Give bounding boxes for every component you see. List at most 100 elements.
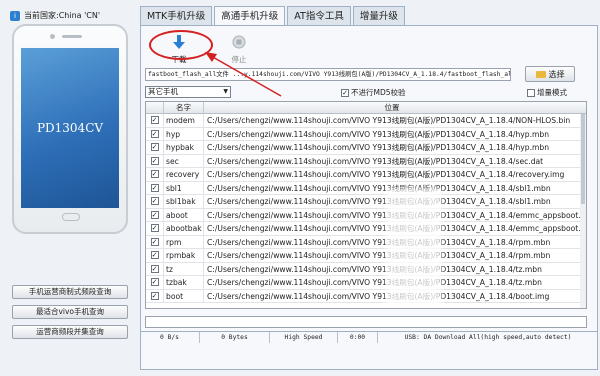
select-label: 选择 [548, 69, 565, 79]
table-header: 名字 位置 [146, 102, 586, 114]
country-indicator: i 当前国家:China 'CN' [10, 10, 100, 21]
row-checkbox[interactable]: ✓ [150, 143, 159, 152]
row-checkbox[interactable]: ✓ [150, 129, 159, 138]
row-checkbox-cell: ✓ [146, 222, 164, 235]
row-name: recovery [164, 168, 204, 181]
row-checkbox[interactable]: ✓ [150, 197, 159, 206]
row-name: hypbak [164, 141, 204, 154]
table-row[interactable]: ✓ sbl1bak C:/Users/chengzi/www.114shouji.c… [146, 195, 586, 209]
phone-image: PD1304CV [12, 24, 128, 234]
table-row[interactable]: ✓ recovery C:/Users/chengzi/www.114shouji.… [146, 168, 586, 182]
row-path: C:/Users/chengzi/www.114shouji.com/VIVO … [207, 251, 551, 260]
tab-qualcomm-upgrade[interactable]: 高通手机升级 [214, 6, 286, 26]
flash-file-path-field[interactable]: fastboot_flash_all文件 ...y.114shouji.com/… [145, 68, 511, 81]
table-row[interactable]: ✓ tzbak C:/Users/chengzi/www.114shouji.com… [146, 276, 586, 290]
status-time: 0:00 [338, 332, 378, 343]
phone-home-button [62, 213, 80, 221]
table-row[interactable]: ✓ hypbak C:/Users/chengzi/www.114shouji.co… [146, 141, 586, 155]
status-bytes: 0 Bytes [200, 332, 270, 343]
table-scrollbar[interactable] [580, 114, 586, 308]
table-row[interactable]: ✓ abootbak C:/Users/chengzi/www.114shouji.… [146, 222, 586, 236]
country-label: 当前国家:China 'CN' [24, 11, 101, 20]
best-vivo-phone-query-button[interactable]: 最适合vivo手机查询 [12, 305, 128, 319]
increment-mode-checkbox[interactable] [527, 88, 535, 97]
row-path: C:/Users/chengzi/www.114shouji.com/VIVO … [207, 237, 551, 247]
status-bar: 0 B/s 0 Bytes High Speed 0:00 USB: DA Do… [140, 331, 598, 343]
row-name: modem [164, 114, 204, 127]
row-checkbox-cell: ✓ [146, 154, 164, 167]
row-path: C:/Users/chengzi/www.114shouji.com/VIVO … [207, 183, 551, 193]
row-path: C:/Users/chengzi/www.114shouji.com/VIVO … [207, 278, 542, 287]
row-checkbox[interactable]: ✓ [150, 237, 159, 246]
status-mode: High Speed [270, 332, 338, 343]
chevron-down-icon: ▼ [223, 88, 228, 95]
row-path: C:/Users/chengzi/www.114shouji.com/VIVO … [207, 170, 565, 179]
no-md5-checkbox[interactable]: ✓ [341, 88, 349, 97]
increment-mode-label: 增量模式 [537, 88, 567, 97]
carrier-band-union-query-button[interactable]: 运营商频段并集查询 [12, 325, 128, 339]
row-path: C:/Users/chengzi/www.114shouji.com/VIVO … [207, 143, 550, 152]
row-checkbox[interactable]: ✓ [150, 264, 159, 273]
download-label: 下载 [171, 55, 187, 64]
row-name: rpmbak [164, 249, 204, 262]
table-row[interactable]: ✓ boot C:/Users/chengzi/www.114shouji.com/… [146, 289, 586, 303]
row-name: tzbak [164, 276, 204, 289]
phone-screen: PD1304CV [21, 48, 119, 208]
header-name[interactable]: 名字 [164, 102, 204, 113]
row-checkbox[interactable]: ✓ [150, 116, 159, 125]
left-panel: i 当前国家:China 'CN' PD1304CV 手机运营商制式频段查询 最… [0, 0, 140, 376]
stop-label: 停止 [231, 55, 247, 64]
carrier-band-query-button[interactable]: 手机运营商制式频段查询 [12, 285, 128, 299]
status-usb: USB: DA Download All(high speed,auto det… [404, 334, 572, 341]
stop-button[interactable]: 停止 [225, 34, 253, 65]
row-checkbox-cell: ✓ [146, 262, 164, 275]
increment-mode-option[interactable]: 增量模式 [527, 87, 567, 98]
status-speed: 0 B/s [140, 332, 200, 343]
progress-bar [145, 316, 587, 328]
table-row[interactable]: ✓ sec C:/Users/chengzi/www.114shouji.com/V… [146, 154, 586, 168]
phone-model-select[interactable]: 其它手机 ▼ [145, 86, 231, 98]
tab-bar: MTK手机升级 高通手机升级 AT指令工具 增量升级 [140, 6, 405, 26]
row-name: sec [164, 154, 204, 167]
phone-speaker [62, 35, 82, 38]
row-checkbox-cell: ✓ [146, 249, 164, 262]
row-checkbox-cell: ✓ [146, 141, 164, 154]
table-row[interactable]: ✓ sbl1 C:/Users/chengzi/www.114shouji.com/… [146, 181, 586, 195]
row-checkbox[interactable]: ✓ [150, 224, 159, 233]
row-name: hyp [164, 127, 204, 140]
table-row[interactable]: ✓ hyp C:/Users/chengzi/www.114shouji.com/V… [146, 127, 586, 141]
download-arrow-icon [173, 35, 185, 49]
row-checkbox[interactable]: ✓ [150, 156, 159, 165]
tab-mtk-upgrade[interactable]: MTK手机升级 [140, 6, 213, 26]
row-checkbox[interactable]: ✓ [150, 251, 159, 260]
row-path: C:/Users/chengzi/www.114shouji.com/VIVO … [207, 291, 550, 301]
select-file-button[interactable]: 选择 [525, 66, 575, 82]
table-row[interactable]: ✓ aboot C:/Users/chengzi/www.114shouji.com… [146, 208, 586, 222]
row-name: sbl1 [164, 181, 204, 194]
download-button[interactable]: 下载 [165, 34, 193, 65]
row-checkbox[interactable]: ✓ [150, 170, 159, 179]
no-md5-check-option[interactable]: ✓ 不进行MD5校验 [341, 87, 406, 98]
row-name: boot [164, 289, 204, 302]
tab-incremental-upgrade[interactable]: 增量升级 [352, 6, 405, 26]
row-path: C:/Users/chengzi/www.114shouji.com/VIVO … [207, 116, 571, 125]
row-checkbox[interactable]: ✓ [150, 183, 159, 192]
tab-at-command-tool[interactable]: AT指令工具 [287, 6, 351, 26]
scrollbar-thumb[interactable] [581, 114, 585, 204]
stop-icon [232, 35, 246, 49]
phone-model-label: PD1304CV [36, 121, 104, 135]
partition-table: 名字 位置 ✓ modem C:/Users/chengzi/www.114shou… [145, 101, 587, 309]
header-location[interactable]: 位置 [204, 102, 580, 113]
row-checkbox-cell: ✓ [146, 276, 164, 289]
table-row[interactable]: ✓ rpm C:/Users/chengzi/www.114shouji.com/V… [146, 235, 586, 249]
main-panel: 下载 停止 fastboot_flash_all文件 ...y.114shouj… [140, 25, 598, 370]
row-checkbox[interactable]: ✓ [150, 278, 159, 287]
row-checkbox-cell: ✓ [146, 114, 164, 127]
row-checkbox[interactable]: ✓ [150, 210, 159, 219]
row-checkbox[interactable]: ✓ [150, 291, 159, 300]
folder-icon [535, 70, 546, 78]
table-row[interactable]: ✓ rpmbak C:/Users/chengzi/www.114shouji.co… [146, 249, 586, 263]
row-path: C:/Users/chengzi/www.114shouji.com/VIVO … [207, 224, 580, 233]
table-row[interactable]: ✓ tz C:/Users/chengzi/www.114shouji.com/VI… [146, 262, 586, 276]
table-row[interactable]: ✓ modem C:/Users/chengzi/www.114shouji.com… [146, 114, 586, 128]
